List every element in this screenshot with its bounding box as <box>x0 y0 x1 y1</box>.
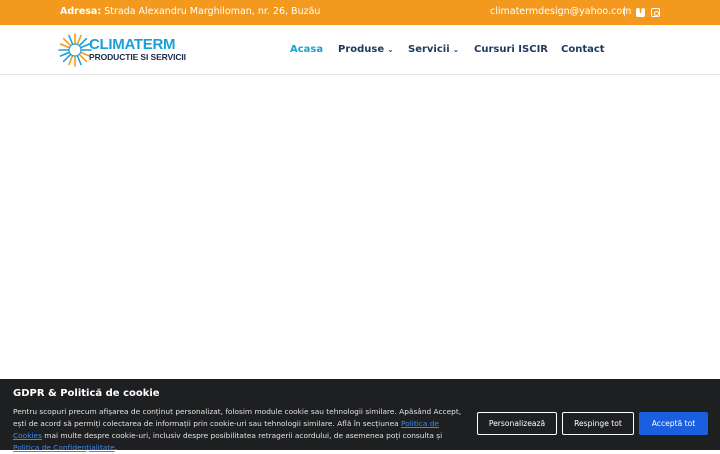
address-label: Adresa: <box>60 6 102 17</box>
top-bar: Adresa: Strada Alexandru Marghiloman, nr… <box>0 0 720 25</box>
nav-label: Servicii <box>408 44 450 55</box>
logo[interactable]: CLIMATERM PRODUCTIE SI SERVICII <box>58 33 190 67</box>
separator: | <box>623 6 627 17</box>
chevron-down-icon: ⌄ <box>387 45 394 54</box>
email-link[interactable]: climatermdesign@yahoo.com <box>490 6 631 17</box>
nav-item-cursuri-iscir[interactable]: Cursuri ISCIR <box>474 44 548 55</box>
accept-all-button[interactable]: Acceptă tot <box>639 412 708 435</box>
site-header: CLIMATERM PRODUCTIE SI SERVICII Acasa Pr… <box>0 25 720 75</box>
nav-item-contact[interactable]: Contact <box>561 44 605 55</box>
nav-item-acasa[interactable]: Acasa <box>290 44 323 55</box>
cookie-text-part: mai multe despre cookie-uri, inclusiv de… <box>41 431 443 440</box>
nav-label: Contact <box>561 44 605 55</box>
logo-name: CLIMATERM <box>89 36 176 53</box>
nav-item-produse[interactable]: Produse ⌄ <box>338 44 394 55</box>
cookie-text: Pentru scopuri precum afișarea de conțin… <box>13 406 468 454</box>
facebook-icon[interactable] <box>636 6 645 17</box>
main-content <box>0 76 720 379</box>
nav-label: Produse <box>338 44 385 55</box>
customize-button[interactable]: Personalizează <box>477 412 557 435</box>
cookie-title: GDPR & Politică de cookie <box>13 388 160 399</box>
sun-snowflake-logo-icon <box>58 33 92 67</box>
cookie-banner: GDPR & Politică de cookie Pentru scopuri… <box>0 379 720 452</box>
cookie-text-part: Pentru scopuri precum afișarea de conțin… <box>13 407 462 428</box>
nav-item-servicii[interactable]: Servicii ⌄ <box>408 44 459 55</box>
chevron-down-icon: ⌄ <box>452 45 460 54</box>
logo-tagline: PRODUCTIE SI SERVICII <box>89 52 186 62</box>
cookie-text-part: . <box>114 443 118 452</box>
instagram-icon[interactable] <box>651 8 660 17</box>
privacy-policy-link[interactable]: Politica de Confidențialitate <box>13 443 115 452</box>
address-value: Strada Alexandru Marghiloman, nr. 26, Bu… <box>104 6 321 17</box>
nav-label: Acasa <box>290 44 324 55</box>
address: Adresa: Strada Alexandru Marghiloman, nr… <box>60 6 320 17</box>
nav-label: Cursuri ISCIR <box>474 44 548 55</box>
reject-all-button[interactable]: Respinge tot <box>562 412 634 435</box>
